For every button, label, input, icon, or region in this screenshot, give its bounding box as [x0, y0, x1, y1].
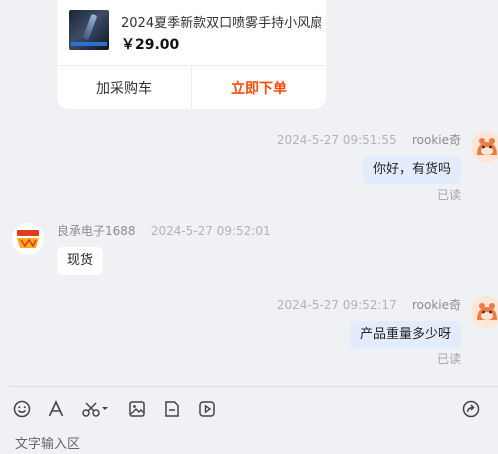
message-timestamp: 2024-5-27 09:52:01 — [150, 224, 271, 238]
font-icon[interactable] — [46, 399, 66, 419]
product-card-actions: 加采购车 立即下单 — [57, 65, 326, 109]
sender-name: rookie奇 — [411, 133, 461, 147]
user-avatar[interactable] — [471, 131, 498, 163]
shop-logo-icon — [12, 223, 44, 255]
message-bubble[interactable]: 现货 — [57, 247, 104, 275]
add-to-cart-button[interactable]: 加采购车 — [57, 66, 192, 109]
message-timestamp: 2024-5-27 09:51:55 — [276, 133, 397, 147]
message-meta: 2024-5-27 09:51:55 rookie奇 — [277, 131, 461, 148]
message-input[interactable]: 文字输入区 — [15, 433, 80, 452]
share-icon[interactable] — [461, 399, 481, 419]
file-icon[interactable] — [162, 399, 182, 419]
emoji-icon[interactable] — [12, 399, 32, 419]
cartoon-avatar-icon — [471, 296, 498, 328]
read-status: 已读 — [436, 352, 461, 366]
buy-now-button[interactable]: 立即下单 — [192, 66, 326, 109]
video-icon[interactable] — [197, 399, 217, 419]
scissors-icon[interactable] — [81, 399, 111, 419]
cartoon-avatar-icon — [471, 131, 498, 163]
sender-name: 良承电子1688 — [57, 224, 136, 238]
message-meta: 良承电子1688 2024-5-27 09:52:01 — [57, 222, 271, 239]
message-bubble[interactable]: 你好，有货吗 — [362, 156, 461, 184]
product-title[interactable]: 2024夏季新款双口喷雾手持小风扇 — [121, 12, 321, 31]
composer-divider — [10, 386, 498, 387]
read-status: 已读 — [436, 188, 461, 202]
sender-name: rookie奇 — [411, 298, 461, 312]
shop-avatar[interactable] — [12, 223, 44, 255]
message-meta: 2024-5-27 09:52:17 rookie奇 — [277, 296, 461, 313]
message-bubble[interactable]: 产品重量多少呀 — [349, 321, 461, 349]
image-icon[interactable] — [127, 399, 147, 419]
product-thumbnail[interactable] — [69, 10, 109, 50]
user-avatar[interactable] — [471, 296, 498, 328]
product-price: ￥29.00 — [121, 37, 180, 53]
product-card[interactable]: 2024夏季新款双口喷雾手持小风扇 ￥29.00 加采购车 立即下单 — [57, 0, 326, 109]
message-timestamp: 2024-5-27 09:52:17 — [276, 298, 397, 312]
